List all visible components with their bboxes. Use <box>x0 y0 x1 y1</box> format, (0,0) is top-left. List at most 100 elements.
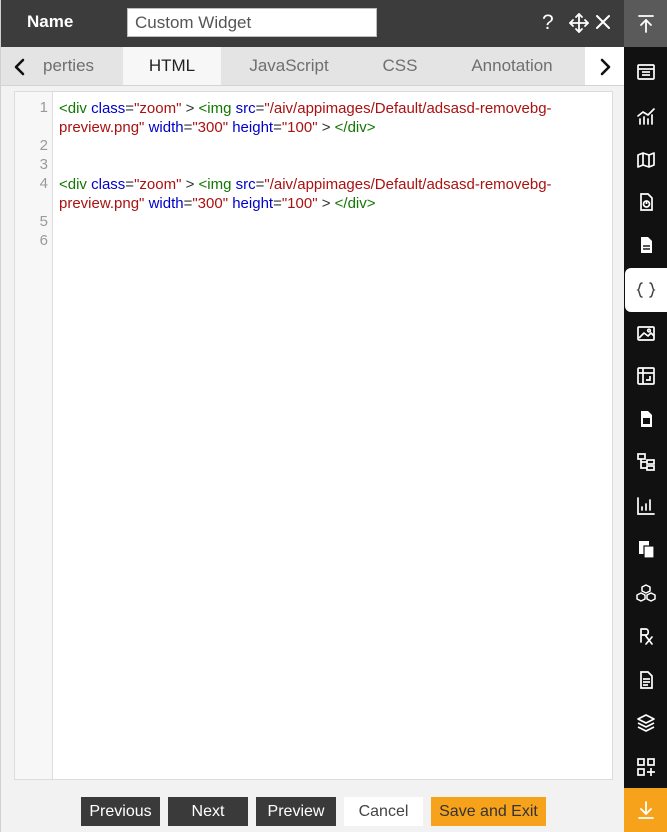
add-widget-button[interactable] <box>624 745 667 789</box>
widget-toolbar <box>624 0 667 832</box>
document-icon <box>640 237 652 253</box>
code-token: <div <box>59 100 92 117</box>
prescription-widget-button[interactable] <box>624 614 667 658</box>
next-button[interactable]: Next <box>168 797 248 826</box>
kpi-chart-icon <box>636 497 655 515</box>
report-icon <box>639 193 653 211</box>
table-icon <box>636 64 655 80</box>
tab-javascript-label: JavaScript <box>249 56 329 75</box>
tree-icon <box>636 453 655 471</box>
image-icon <box>636 326 655 341</box>
line-number: 6 <box>39 232 48 249</box>
line-number: 3 <box>39 156 48 173</box>
tab-css[interactable]: CSS <box>357 47 443 85</box>
rx-icon <box>639 628 653 645</box>
code-line[interactable]: <div class="zoom" > <img src="/aiv/appim… <box>59 99 605 137</box>
chart-icon <box>636 108 655 125</box>
tab-javascript[interactable]: JavaScript <box>227 47 351 85</box>
code-token: > <box>317 119 335 136</box>
copy-page-icon <box>638 541 655 559</box>
code-token: height <box>232 119 274 136</box>
chart-widget-button[interactable] <box>624 94 667 138</box>
pivot-widget-button[interactable] <box>624 354 667 398</box>
save-and-exit-button[interactable]: Save and Exit <box>431 797 546 826</box>
tab-annotation[interactable]: Annotation <box>447 47 577 85</box>
map-widget-button[interactable] <box>624 137 667 181</box>
code-token: src <box>235 100 256 117</box>
code-token: class <box>91 100 126 117</box>
close-icon[interactable] <box>594 13 612 31</box>
tab-html[interactable]: HTML <box>123 47 221 85</box>
scroll-to-top-icon <box>637 14 654 33</box>
cube-widget-button[interactable] <box>624 571 667 615</box>
download-icon <box>637 801 654 819</box>
code-token: "100" <box>281 195 318 212</box>
report-widget-button[interactable] <box>624 180 667 224</box>
code-token: "zoom" <box>134 176 182 193</box>
widget-name-input[interactable] <box>127 8 377 37</box>
tab-properties[interactable]: perties <box>31 47 119 85</box>
code-token: > <box>317 195 335 212</box>
table-widget-button[interactable] <box>624 50 667 94</box>
calculator-widget-button[interactable] <box>624 397 667 441</box>
chevron-left-icon <box>14 58 25 75</box>
custom-widget-dialog: Name ? perties HTML JavaScript CSS Annot… <box>0 0 625 832</box>
custom-widget-icon <box>636 282 656 298</box>
tree-widget-button[interactable] <box>624 440 667 484</box>
tab-html-label: HTML <box>148 56 196 75</box>
code-line[interactable]: <div class="zoom" > <img src="/aiv/appim… <box>59 175 605 213</box>
code-token: "100" <box>281 119 318 136</box>
html-code-editor[interactable]: 1 2 3 4 5 6 <div class="zoom" > <img src… <box>14 91 613 780</box>
code-token: class <box>91 176 126 193</box>
cancel-button[interactable]: Cancel <box>344 797 423 826</box>
tab-properties-label: perties <box>43 56 95 75</box>
pivot-icon <box>636 367 655 385</box>
preview-button[interactable]: Preview <box>256 797 336 826</box>
tab-bar: perties HTML JavaScript CSS Annotation <box>1 47 625 86</box>
text-widget-button[interactable] <box>624 658 667 702</box>
code-token: </div> <box>334 195 376 212</box>
code-token: "zoom" <box>134 100 182 117</box>
custom-widget-button[interactable] <box>625 268 667 312</box>
tab-scroll-left-button[interactable] <box>1 47 39 85</box>
code-token: src <box>235 176 256 193</box>
previous-button[interactable]: Previous <box>81 797 160 826</box>
kpi-widget-button[interactable] <box>624 484 667 528</box>
code-token: = <box>125 100 135 117</box>
line-number-gutter: 1 2 3 4 5 6 <box>15 92 53 779</box>
code-token: "300" <box>192 119 229 136</box>
line-number: 2 <box>39 137 48 154</box>
add-widget-icon <box>636 758 655 776</box>
scroll-to-bottom-button[interactable] <box>624 788 667 832</box>
move-icon[interactable] <box>568 12 590 34</box>
line-number: 1 <box>39 99 48 116</box>
code-token: <div <box>59 176 92 193</box>
tab-annotation-label: Annotation <box>471 56 553 75</box>
calculator-icon <box>640 411 652 427</box>
code-token: </div> <box>334 119 376 136</box>
code-token: height <box>232 195 274 212</box>
scroll-to-top-button[interactable] <box>624 0 667 47</box>
map-icon <box>636 152 655 168</box>
code-token: <img <box>198 176 236 193</box>
tab-scroll-right-button[interactable] <box>585 47 625 85</box>
line-number: 5 <box>39 213 48 230</box>
code-token: = <box>273 119 282 136</box>
code-token: = <box>125 176 135 193</box>
document-widget-button[interactable] <box>624 223 667 267</box>
code-token: <img <box>198 100 236 117</box>
line-number: 4 <box>39 175 48 192</box>
code-token: "300" <box>192 195 229 212</box>
layers-button[interactable] <box>624 701 667 745</box>
name-label: Name <box>27 12 74 31</box>
code-token: > <box>181 100 199 117</box>
help-icon[interactable]: ? <box>542 10 554 36</box>
layers-icon <box>636 714 655 732</box>
image-widget-button[interactable] <box>624 311 667 355</box>
code-token: width <box>148 195 184 212</box>
copy-widget-button[interactable] <box>624 527 667 571</box>
text-document-icon <box>639 671 653 689</box>
code-token: = <box>273 195 282 212</box>
cubes-icon <box>635 584 656 602</box>
code-token: > <box>181 176 199 193</box>
